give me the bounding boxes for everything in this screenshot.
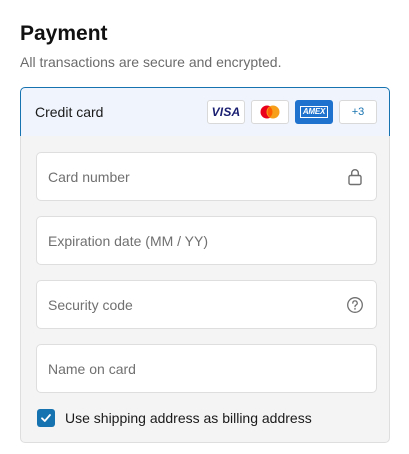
credit-card-option[interactable]: Credit card VISA AMEX +3 bbox=[20, 87, 390, 137]
name-on-card-field[interactable]: Name on card bbox=[36, 344, 377, 393]
amex-logo-text: AMEX bbox=[299, 106, 329, 118]
question-circle-icon[interactable] bbox=[346, 296, 364, 314]
lock-icon bbox=[346, 168, 364, 186]
card-brands: VISA AMEX +3 bbox=[207, 100, 377, 124]
mastercard-icon bbox=[251, 100, 289, 124]
visa-logo-text: VISA bbox=[211, 105, 241, 119]
card-number-placeholder: Card number bbox=[48, 168, 130, 185]
credit-card-label: Credit card bbox=[35, 104, 104, 120]
billing-address-option: Use shipping address as billing address bbox=[37, 409, 312, 427]
card-number-field[interactable]: Card number bbox=[36, 152, 377, 201]
amex-icon: AMEX bbox=[295, 100, 333, 124]
payment-section: Payment All transactions are secure and … bbox=[0, 0, 409, 454]
security-code-field[interactable]: Security code bbox=[36, 280, 377, 329]
credit-card-form: Card number Expiration date (MM / YY) Se… bbox=[20, 136, 390, 443]
security-code-placeholder: Security code bbox=[48, 296, 133, 313]
expiration-date-placeholder: Expiration date (MM / YY) bbox=[48, 232, 209, 249]
billing-address-label[interactable]: Use shipping address as billing address bbox=[65, 410, 312, 426]
billing-address-checkbox[interactable] bbox=[37, 409, 55, 427]
visa-icon: VISA bbox=[207, 100, 245, 124]
name-on-card-placeholder: Name on card bbox=[48, 360, 136, 377]
checkmark-icon bbox=[41, 414, 51, 422]
more-brands-badge: +3 bbox=[339, 100, 377, 124]
payment-subtitle: All transactions are secure and encrypte… bbox=[20, 54, 282, 70]
payment-title: Payment bbox=[20, 22, 108, 45]
more-brands-count: +3 bbox=[351, 106, 365, 118]
expiration-date-field[interactable]: Expiration date (MM / YY) bbox=[36, 216, 377, 265]
